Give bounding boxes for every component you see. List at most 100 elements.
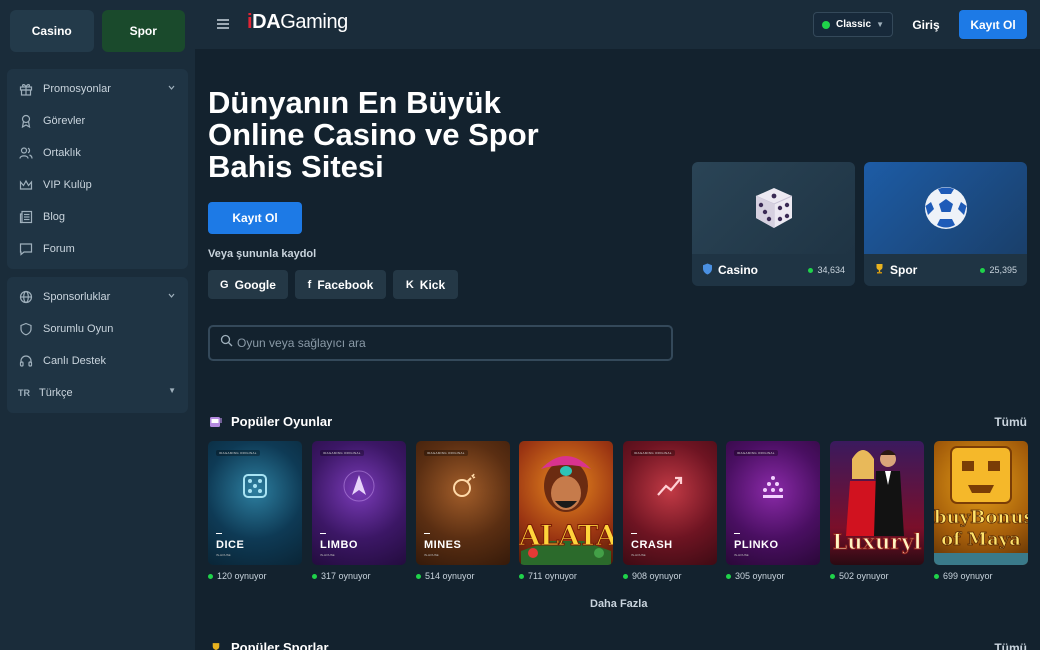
category-footer: Casino 34,634	[692, 254, 855, 286]
category-footer: Spor 25,395	[864, 254, 1027, 286]
game-name: Luxuryl	[832, 529, 922, 555]
tab-casino[interactable]: Casino	[10, 10, 94, 52]
see-all-sports-link[interactable]: Tümü	[994, 641, 1027, 650]
kick-signup-button[interactable]: K Kick	[393, 270, 458, 299]
game-name: MINES	[424, 539, 462, 551]
google-signup-button[interactable]: G Google	[208, 270, 288, 299]
search-input[interactable]	[237, 336, 657, 350]
logo-suffix: Gaming	[280, 11, 348, 33]
sidebar-item-quests[interactable]: Görevler	[7, 105, 188, 137]
rocket-icon	[343, 470, 375, 502]
see-all-games-link[interactable]: Tümü	[994, 415, 1027, 429]
sidebar-item-blog[interactable]: Blog	[7, 201, 188, 233]
kick-icon: K	[405, 278, 414, 291]
sidebar-item-label: Sponsorluklar	[43, 291, 111, 303]
slot-machine-icon	[208, 414, 223, 429]
social-label: Google	[234, 277, 276, 292]
social-signup-label: Veya şununla kaydol	[208, 248, 317, 260]
globe-icon	[18, 289, 34, 305]
sidebar-item-live-support[interactable]: Canlı Destek	[7, 345, 188, 377]
trophy-icon	[874, 263, 885, 277]
category-card-spor[interactable]: Spor 25,395	[864, 162, 1027, 286]
hero-register-button[interactable]: Kayıt Ol	[208, 202, 302, 234]
sidebar-item-label: Ortaklık	[43, 147, 81, 159]
theme-selector[interactable]: Classic ▼	[813, 12, 893, 37]
soccer-ball-icon	[924, 187, 967, 229]
game-card-mines[interactable]: IDAGAMING ORIGINAL MINES IN-HOUSE	[416, 441, 510, 565]
original-tag: IDAGAMING ORIGINAL	[734, 450, 778, 456]
game-subtitle: IN-HOUSE	[216, 553, 231, 557]
sidebar-tabs: Casino Spor	[0, 0, 195, 52]
search-icon	[220, 334, 233, 352]
menu-icon[interactable]	[215, 16, 231, 32]
crown-icon	[18, 177, 34, 193]
chevron-down-icon	[167, 83, 176, 95]
player-count: 908 oynuyor	[623, 571, 682, 581]
player-count: 514 oynuyor	[416, 571, 475, 581]
game-card-plinko[interactable]: IDAGAMING ORIGINAL PLINKO IN-HOUSE	[726, 441, 820, 565]
plinko-pegs-icon	[763, 476, 783, 498]
category-label: Spor	[890, 263, 918, 277]
facebook-icon: f	[307, 278, 312, 291]
player-count: 305 oynuyor	[726, 571, 785, 581]
game-card-crash[interactable]: IDAGAMING ORIGINAL CRASH IN-HOUSE	[623, 441, 717, 565]
original-tag: IDAGAMING ORIGINAL	[424, 450, 468, 456]
category-image	[864, 162, 1027, 254]
theme-value: Classic	[836, 19, 872, 30]
sidebar-item-vip[interactable]: VIP Kulüp	[7, 169, 188, 201]
sidebar-item-affiliate[interactable]: Ortaklık	[7, 137, 188, 169]
load-more-button[interactable]: Daha Fazla	[590, 598, 647, 610]
player-count: 317 oynuyor	[312, 571, 371, 581]
trophy-icon	[208, 640, 223, 650]
language-selector[interactable]: TR Türkçe ▼	[7, 377, 188, 409]
caret-down-icon: ▼	[168, 386, 176, 395]
category-card-casino[interactable]: Casino 34,634	[692, 162, 855, 286]
dice-icon	[755, 188, 792, 228]
chevron-down-icon	[167, 291, 176, 303]
sidebar-item-label: Görevler	[43, 115, 86, 127]
sidebar-item-label: Canlı Destek	[43, 355, 106, 367]
social-label: Kick	[419, 277, 446, 292]
sidebar-item-responsible-gaming[interactable]: Sorumlu Oyun	[7, 313, 188, 345]
game-card-maya[interactable]: buyBonus of Maya	[934, 441, 1028, 565]
game-name: CRASH	[631, 539, 673, 551]
logo[interactable]: iDAGaming	[247, 11, 348, 34]
register-button[interactable]: Kayıt Ol	[959, 10, 1027, 39]
sidebar-item-label: Sorumlu Oyun	[43, 323, 114, 335]
player-count: 699 oynuyor	[934, 571, 993, 581]
headset-icon	[18, 353, 34, 369]
facebook-signup-button[interactable]: f Facebook	[295, 270, 386, 299]
game-card-dice[interactable]: IDAGAMING ORIGINAL DICE IN-HOUSE	[208, 441, 302, 565]
search-bar[interactable]	[208, 325, 673, 361]
sidebar-item-promotions[interactable]: Promosyonlar	[7, 73, 188, 105]
category-image	[692, 162, 855, 254]
google-icon: G	[220, 278, 229, 291]
chat-icon	[18, 241, 34, 257]
game-subtitle: IN-HOUSE	[424, 553, 439, 557]
sidebar-item-forum[interactable]: Forum	[7, 233, 188, 265]
tab-spor[interactable]: Spor	[101, 10, 185, 52]
game-card-alata[interactable]: ALATA	[519, 441, 613, 565]
sidebar-item-sponsorships[interactable]: Sponsorluklar	[7, 281, 188, 313]
game-name: DICE	[216, 539, 245, 551]
newspaper-icon	[18, 209, 34, 225]
users-icon	[18, 145, 34, 161]
sidebar-item-label: Forum	[43, 243, 75, 255]
game-card-luxuryl[interactable]: Luxuryl	[830, 441, 924, 565]
dice-icon	[243, 474, 267, 498]
player-count: 711 oynuyor	[519, 571, 577, 581]
player-count: 120 oynuyor	[208, 571, 267, 581]
game-name: ALATA	[519, 519, 613, 553]
original-tag: IDAGAMING ORIGINAL	[320, 450, 364, 456]
login-button[interactable]: Giriş	[906, 12, 946, 37]
category-label: Casino	[718, 263, 759, 277]
social-label: Facebook	[317, 277, 374, 292]
popular-sports-title: Popüler Sporlar	[208, 640, 329, 650]
game-subtitle: IN-HOUSE	[734, 553, 749, 557]
language-code: TR	[18, 388, 30, 398]
sidebar-item-label: Blog	[43, 211, 66, 223]
game-card-limbo[interactable]: IDAGAMING ORIGINAL LIMBO IN-HOUSE	[312, 441, 406, 565]
sidebar-item-label: Promosyonlar	[43, 83, 111, 95]
player-count: 34,634	[808, 265, 845, 275]
gift-icon	[18, 81, 34, 97]
